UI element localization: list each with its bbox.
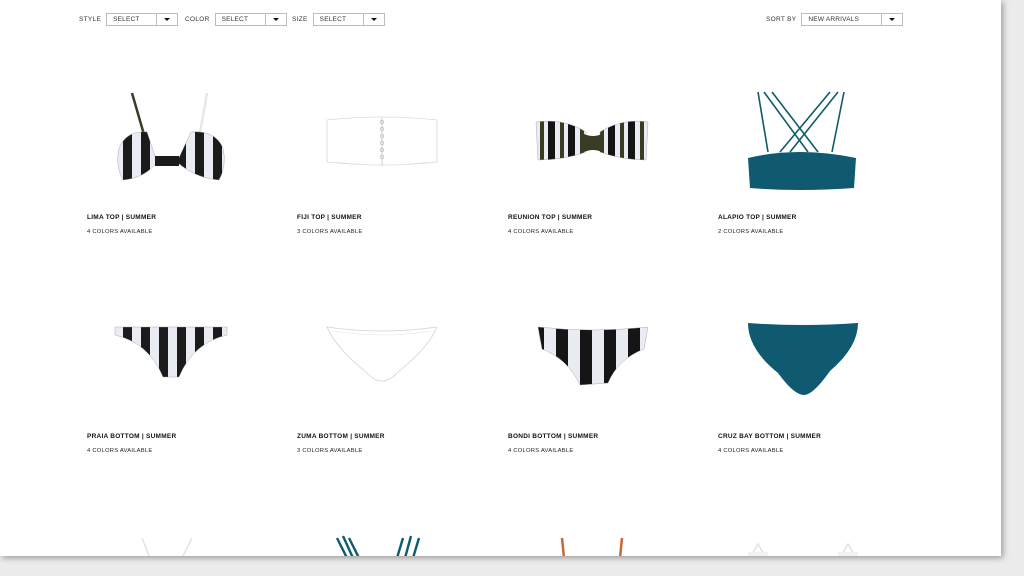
striped-bandeau-top-image[interactable]	[508, 88, 668, 198]
product-colors-available: 4 COLORS AVAILABLE	[87, 448, 153, 454]
partial-product-image[interactable]	[740, 538, 870, 556]
color-select-value: SELECT	[221, 16, 249, 23]
product-card[interactable]: CRUZ BAY BOTTOM | SUMMER 4 COLORS AVAILA…	[718, 307, 898, 454]
size-select-value: SELECT	[319, 16, 347, 23]
striped-bottom-image[interactable]	[87, 307, 247, 417]
product-colors-available: 4 COLORS AVAILABLE	[508, 229, 574, 235]
product-name[interactable]: PRAIA BOTTOM | SUMMER	[87, 433, 267, 440]
size-select[interactable]: SELECT	[312, 13, 385, 26]
product-card[interactable]: REUNION TOP | SUMMER 4 COLORS AVAILABLE	[508, 88, 688, 235]
sort-filter: SORT BY NEW ARRIVALS	[766, 13, 904, 26]
striped-hipster-bottom-image[interactable]	[508, 307, 668, 417]
chevron-down-icon[interactable]	[264, 14, 286, 25]
striped-underwire-top-image[interactable]	[87, 88, 247, 198]
product-card[interactable]: ALAPIO TOP | SUMMER 2 COLORS AVAILABLE	[718, 88, 898, 235]
product-colors-available: 3 COLORS AVAILABLE	[297, 229, 363, 235]
white-bandeau-top-image[interactable]	[297, 88, 457, 198]
teal-bottom-image[interactable]	[718, 307, 878, 417]
teal-strappy-top-image[interactable]	[718, 88, 878, 198]
product-colors-available: 4 COLORS AVAILABLE	[718, 448, 784, 454]
product-name[interactable]: ZUMA BOTTOM | SUMMER	[297, 433, 477, 440]
product-colors-available: 3 COLORS AVAILABLE	[297, 448, 363, 454]
chevron-down-icon[interactable]	[881, 14, 902, 25]
product-card[interactable]: ZUMA BOTTOM | SUMMER 3 COLORS AVAILABLE	[297, 307, 477, 454]
product-card[interactable]: LIMA TOP | SUMMER 4 COLORS AVAILABLE	[87, 88, 267, 235]
sort-select-value: NEW ARRIVALS	[808, 16, 860, 23]
product-listing-page: STYLE SELECT COLOR SELECT SIZE SELECT SO…	[0, 0, 1001, 556]
size-filter: SIZE SELECT	[292, 13, 385, 26]
product-card[interactable]: BONDI BOTTOM | SUMMER 4 COLORS AVAILABLE	[508, 307, 688, 454]
product-colors-available: 4 COLORS AVAILABLE	[87, 229, 153, 235]
partial-product-image[interactable]	[120, 532, 200, 556]
product-card[interactable]: FIJI TOP | SUMMER 3 COLORS AVAILABLE	[297, 88, 477, 235]
product-name[interactable]: REUNION TOP | SUMMER	[508, 214, 688, 221]
color-filter: COLOR SELECT	[185, 13, 287, 26]
sort-label: SORT BY	[766, 16, 797, 23]
partial-product-image[interactable]	[548, 532, 638, 556]
style-filter-label: STYLE	[79, 16, 102, 23]
product-colors-available: 2 COLORS AVAILABLE	[718, 229, 784, 235]
filter-bar: STYLE SELECT COLOR SELECT SIZE SELECT SO…	[0, 13, 1001, 29]
product-card[interactable]: PRAIA BOTTOM | SUMMER 4 COLORS AVAILABLE	[87, 307, 267, 454]
style-select[interactable]: SELECT	[106, 13, 179, 26]
chevron-down-icon[interactable]	[156, 14, 177, 25]
size-filter-label: SIZE	[292, 16, 308, 23]
color-select[interactable]: SELECT	[214, 13, 287, 26]
color-filter-label: COLOR	[185, 16, 210, 23]
product-name[interactable]: BONDI BOTTOM | SUMMER	[508, 433, 688, 440]
chevron-down-icon[interactable]	[362, 14, 384, 25]
product-name[interactable]: LIMA TOP | SUMMER	[87, 214, 267, 221]
style-select-value: SELECT	[113, 16, 140, 23]
product-colors-available: 4 COLORS AVAILABLE	[508, 448, 574, 454]
white-bottom-image[interactable]	[297, 307, 457, 417]
sort-select[interactable]: NEW ARRIVALS	[801, 13, 904, 26]
product-name[interactable]: FIJI TOP | SUMMER	[297, 214, 477, 221]
product-name[interactable]: CRUZ BAY BOTTOM | SUMMER	[718, 433, 898, 440]
style-filter: STYLE SELECT	[79, 13, 179, 26]
partial-product-image[interactable]	[325, 532, 435, 556]
product-name[interactable]: ALAPIO TOP | SUMMER	[718, 214, 898, 221]
